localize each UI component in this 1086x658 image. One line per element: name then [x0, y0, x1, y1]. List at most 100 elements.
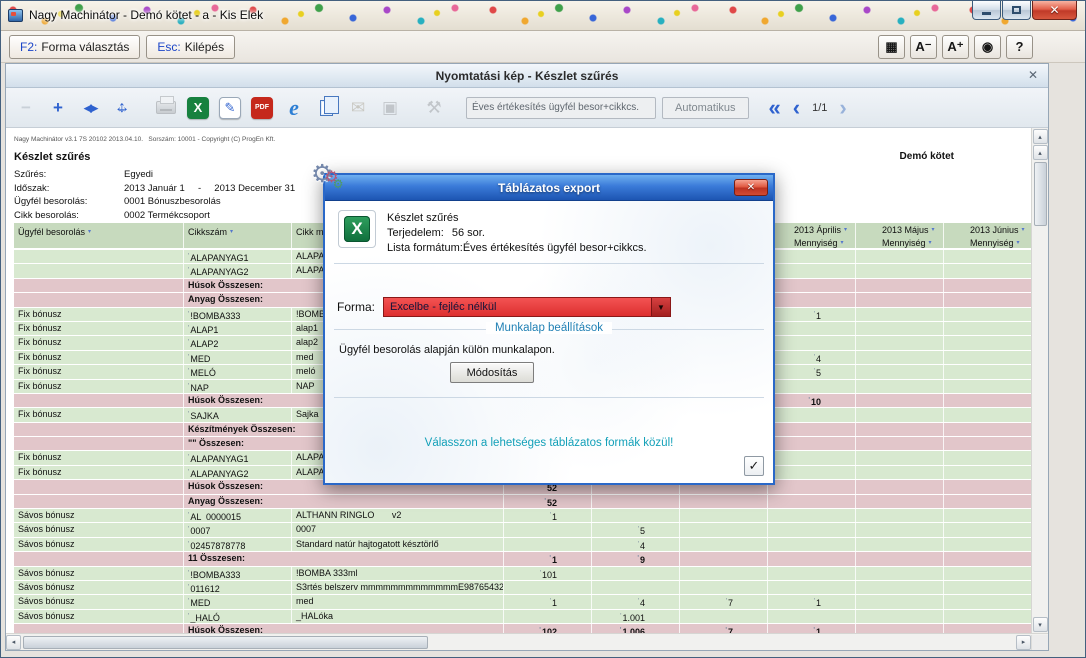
value-cell: [944, 466, 1032, 479]
sku-cell: NAP: [184, 380, 292, 393]
scroll-down-button[interactable]: ▾: [1033, 617, 1048, 632]
vertical-scrollbar[interactable]: ▴ ▴ ▾: [1031, 128, 1048, 633]
menubar: F2: Forma választás Esc: Kilépés ▦A⁻A⁺◉?: [1, 31, 1085, 63]
group-cell: [14, 552, 184, 565]
vertical-scroll-thumb[interactable]: [1034, 162, 1047, 226]
font-decrease-button[interactable]: A⁻: [910, 35, 937, 59]
exit-button[interactable]: Esc: Kilépés: [146, 35, 235, 59]
value-cell: [944, 437, 1032, 450]
form-edit-button[interactable]: ✎: [214, 92, 246, 124]
close-button[interactable]: ✕: [1032, 1, 1077, 20]
value-cell: [944, 610, 1032, 623]
value-cell: [856, 365, 944, 378]
sku-cell: ALAP1: [184, 322, 292, 335]
form-select-button[interactable]: F2: Forma választás: [9, 35, 140, 59]
prev-page-button[interactable]: ‹: [793, 98, 800, 118]
group-cell: Fix bónusz: [14, 336, 184, 349]
scroll-up-button[interactable]: ▴: [1033, 145, 1048, 160]
value-cell: [768, 480, 856, 493]
dialog-close-icon: ✕: [747, 182, 755, 193]
preview-title: Nyomtatási kép - Készlet szűrés: [436, 69, 619, 83]
maximize-button[interactable]: [1002, 1, 1031, 20]
meta-value: 2013 Január 1 - 2013 December 31: [124, 182, 295, 196]
value-cell: [768, 451, 856, 464]
month-column-header: 2013 MájusMennyiség: [856, 223, 944, 248]
first-page-button[interactable]: «: [769, 98, 781, 118]
value-cell: [856, 308, 944, 321]
list-format-select[interactable]: Éves értékesítés ügyfél besor+cikkcs.: [466, 97, 656, 119]
export-format-select[interactable]: Excelbe - fejléc nélkül ▼: [383, 297, 671, 317]
sku-cell: ALAPANYAG1: [184, 451, 292, 464]
scroll-right-button[interactable]: ▸: [1016, 635, 1031, 650]
help-button[interactable]: ?: [1006, 35, 1033, 59]
close-icon: ✕: [1049, 4, 1059, 16]
excel-export-button[interactable]: X: [182, 92, 214, 124]
preview-close-button[interactable]: ✕: [1028, 68, 1038, 82]
preview-toolbar: −+◂▸↔↕X✎PDFe✉▣⚒ Éves értékesítés ügyfél …: [6, 88, 1048, 128]
html-export-button[interactable]: e: [278, 92, 310, 124]
value-cell: [944, 567, 1032, 580]
value-cell: [768, 423, 856, 436]
globe-button[interactable]: ◉: [974, 35, 1001, 59]
exit-label: Kilépés: [185, 40, 224, 54]
value-cell: [856, 423, 944, 436]
column-header: Cikkszám: [184, 223, 292, 248]
value-cell: [680, 567, 768, 580]
automatic-button[interactable]: Automatikus: [662, 97, 749, 119]
value-cell: [856, 595, 944, 608]
form-edit-icon: ✎: [219, 97, 241, 119]
confirm-button[interactable]: ✓: [744, 456, 764, 476]
value-cell: [768, 408, 856, 421]
sku-cell: ALAPANYAG2: [184, 466, 292, 479]
value-cell: 9: [592, 552, 680, 565]
settings-button: ⚒: [418, 92, 450, 124]
value-cell: [768, 437, 856, 450]
meta-value: 0001 Bónuszbesorolás: [124, 195, 221, 209]
value-cell: [856, 279, 944, 292]
fit-width-button[interactable]: ◂▸: [74, 92, 106, 124]
font-increase-button[interactable]: A⁺: [942, 35, 969, 59]
value-cell: [856, 351, 944, 364]
layout-grid-button[interactable]: ▦: [878, 35, 905, 59]
value-cell: [944, 336, 1032, 349]
summary-label: Anyag Összesen:: [184, 495, 504, 508]
report-fineprint: Nagy Machinátor v3.1 7S 20102 2013.04.10…: [14, 136, 275, 143]
sku-cell: MED: [184, 595, 292, 608]
value-cell: [856, 437, 944, 450]
value-cell: [768, 322, 856, 335]
dialog-close-button[interactable]: ✕: [734, 179, 768, 196]
copy-button[interactable]: [310, 92, 342, 124]
save-button: ▣: [374, 92, 406, 124]
value-cell: [944, 279, 1032, 292]
collapse-up-button[interactable]: ▴: [1033, 129, 1048, 144]
toolbar-icons: −+◂▸↔↕X✎PDFe✉▣⚒: [10, 92, 450, 124]
value-cell: [768, 610, 856, 623]
next-page-button[interactable]: ›: [839, 98, 846, 118]
modify-button[interactable]: Módosítás: [450, 362, 534, 383]
export-summary: Készlet szűrés Terjedelem:56 sor. Lista …: [387, 211, 647, 256]
dialog-title: Táblázatos export: [498, 181, 600, 195]
horizontal-scroll-thumb[interactable]: [23, 636, 428, 649]
minimize-button[interactable]: [972, 1, 1001, 20]
value-cell: [504, 581, 592, 594]
scroll-left-button[interactable]: ◂: [6, 635, 21, 650]
value-cell: [944, 264, 1032, 277]
app-window: Nagy Machinátor - Demó kötet - a - Kis E…: [0, 0, 1086, 658]
pdf-export-button[interactable]: PDF: [246, 92, 278, 124]
print-button: [150, 92, 182, 124]
chevron-down-icon[interactable]: ▼: [651, 298, 670, 316]
value-cell: 7: [680, 595, 768, 608]
zoom-in-button[interactable]: +: [42, 92, 74, 124]
titlebar[interactable]: Nagy Machinátor - Demó kötet - a - Kis E…: [1, 1, 1085, 31]
meta-label: Cikk besorolás:: [14, 209, 124, 223]
value-cell: [944, 480, 1032, 493]
worksheet-settings-link[interactable]: Munkalap beállítások: [486, 322, 612, 334]
value-cell: [944, 581, 1032, 594]
table-row: Sávos bónusz!BOMBA333!BOMBA 333ml101: [14, 567, 1032, 581]
horizontal-scrollbar[interactable]: ◂ ▸: [6, 633, 1048, 650]
zoom-out-button: −: [10, 92, 42, 124]
month-column-header: 2013 JúniusMennyiség: [944, 223, 1032, 248]
fit-page-button[interactable]: ↔↕: [106, 92, 138, 124]
dialog-titlebar[interactable]: Táblázatos export ✕: [325, 175, 773, 201]
meta-row: Időszak:2013 Január 1 - 2013 December 31: [14, 182, 295, 196]
